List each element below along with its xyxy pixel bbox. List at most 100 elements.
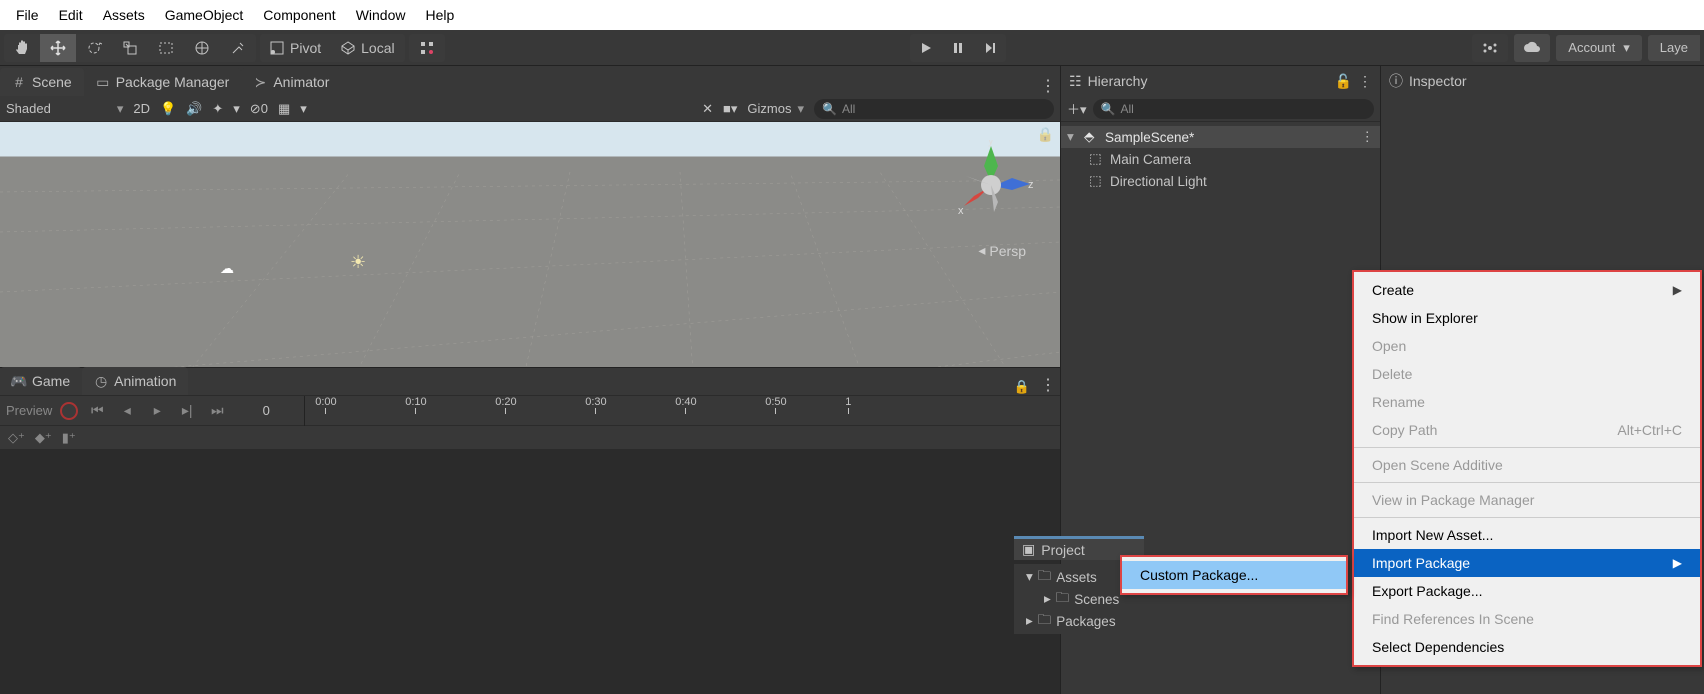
chevron-down-icon[interactable]: ▾	[233, 101, 240, 117]
first-frame-button[interactable]: ⏮	[86, 402, 108, 419]
menu-bar[interactable]: File Edit Assets GameObject Component Wi…	[0, 0, 1704, 30]
account-dropdown[interactable]: Account ▾	[1556, 35, 1642, 61]
projection-label[interactable]: ◂ Persp	[978, 242, 1026, 259]
play-anim-button[interactable]: ▸	[146, 402, 168, 419]
tab-animator[interactable]: ≻ Animator	[241, 68, 341, 96]
add-dropdown[interactable]: ＋▾	[1067, 99, 1087, 118]
record-button[interactable]	[60, 402, 78, 420]
camera-icon[interactable]: ■▾	[723, 101, 737, 117]
menu-item-show-explorer[interactable]: Show in Explorer	[1354, 304, 1700, 332]
scene-toolbar: Shaded ▾ 2D 💡 🔊 ✦ ▾ ⊘0 ▦ ▾ ✕ ■▾ Gizmos ▾…	[0, 96, 1060, 122]
tab-menu-icon[interactable]: ⋮	[1036, 375, 1060, 395]
tab-scene[interactable]: # Scene	[0, 68, 84, 96]
timeline-tick: 0:20	[495, 396, 516, 408]
fx-icon[interactable]: ✦	[212, 101, 223, 117]
next-key-button[interactable]: ▸|	[176, 402, 198, 419]
menu-item-custom-package[interactable]: Custom Package...	[1122, 561, 1346, 589]
menu-component[interactable]: Component	[253, 3, 345, 27]
separator	[1354, 517, 1700, 518]
tab-package-manager[interactable]: ▭ Package Manager	[84, 68, 242, 96]
play-button[interactable]	[910, 34, 942, 62]
menu-item-import-package[interactable]: Import Package▶	[1354, 549, 1700, 577]
last-frame-button[interactable]: ⏭	[206, 402, 228, 419]
info-icon: ⓘ	[1389, 71, 1403, 91]
folder-icon: 🗀	[1038, 610, 1052, 633]
tab-menu-icon[interactable]: ⋮	[1036, 76, 1060, 96]
lock-icon[interactable]: 🔒	[1008, 379, 1036, 395]
hidden-objects[interactable]: ⊘0	[250, 101, 268, 117]
pivot-group: Pivot Local	[260, 34, 405, 62]
menu-window[interactable]: Window	[346, 3, 416, 27]
transform-tools	[4, 34, 256, 62]
scene-tabs: # Scene ▭ Package Manager ≻ Animator ⋮	[0, 66, 1060, 96]
layers-dropdown[interactable]: Laye	[1648, 35, 1700, 61]
menu-assets[interactable]: Assets	[93, 3, 155, 27]
prev-key-button[interactable]: ◂	[116, 402, 138, 419]
move-tool[interactable]	[40, 34, 76, 62]
scale-tool[interactable]	[112, 34, 148, 62]
pause-button[interactable]	[942, 34, 974, 62]
audio-icon[interactable]: 🔊	[186, 101, 202, 117]
hierarchy-item[interactable]: ⬚ Main Camera	[1061, 148, 1380, 170]
scene-search[interactable]: 🔍 All	[814, 99, 1054, 119]
hierarchy-search[interactable]: 🔍 All	[1093, 99, 1374, 119]
transform-multi-tool[interactable]	[184, 34, 220, 62]
pivot-toggle[interactable]: Pivot	[260, 34, 331, 62]
shading-dropdown[interactable]: Shaded ▾	[6, 101, 123, 117]
project-row-packages[interactable]: ▸ 🗀 Packages	[1014, 610, 1304, 632]
snap-toggle[interactable]	[409, 34, 445, 62]
menu-item-open-scene-additive: Open Scene Additive	[1354, 451, 1700, 479]
menu-edit[interactable]: Edit	[49, 3, 93, 27]
shortcut-label: Alt+Ctrl+C	[1617, 422, 1682, 438]
grid-icon[interactable]: ▦	[278, 101, 290, 117]
menu-gameobject[interactable]: GameObject	[155, 3, 254, 27]
menu-item-export-package[interactable]: Export Package...	[1354, 577, 1700, 605]
menu-item-create[interactable]: Create▶	[1354, 276, 1700, 304]
hand-tool[interactable]	[4, 34, 40, 62]
timeline-tick: 0:00	[315, 396, 336, 408]
rotate-tool[interactable]	[76, 34, 112, 62]
triangle-right-icon[interactable]: ▸	[1044, 591, 1051, 607]
gizmos-dropdown[interactable]: Gizmos ▾	[747, 101, 804, 117]
hierarchy-item-label: Directional Light	[1110, 174, 1207, 189]
scene-row[interactable]: ▾ ⬘ SampleScene* ⋮	[1061, 126, 1380, 148]
orientation-gizmo[interactable]: x z y	[946, 140, 1036, 230]
menu-item-import-new-asset[interactable]: Import New Asset...	[1354, 521, 1700, 549]
filter-icon[interactable]: ▮⁺	[62, 430, 76, 446]
hierarchy-tree: ▾ ⬘ SampleScene* ⋮ ⬚ Main Camera ⬚ Direc…	[1061, 122, 1380, 196]
menu-item-select-deps[interactable]: Select Dependencies	[1354, 633, 1700, 661]
scene-view[interactable]: ☀ ☁ 🔒 x z y ◂ Persp	[0, 122, 1060, 367]
tools-icon[interactable]: ✕	[702, 101, 713, 117]
2d-toggle[interactable]: 2D	[133, 101, 150, 116]
add-keyframe-icon[interactable]: ◇⁺	[8, 430, 25, 446]
tab-menu-icon[interactable]: ⋮	[1358, 73, 1372, 90]
add-event-icon[interactable]: ◆⁺	[35, 430, 52, 446]
menu-help[interactable]: Help	[415, 3, 464, 27]
chevron-down-icon[interactable]: ▾	[300, 101, 307, 117]
animation-curves-area[interactable]	[0, 449, 1060, 694]
frame-field[interactable]: 0	[236, 403, 296, 418]
main-toolbar: Pivot Local Account ▾ Laye	[0, 30, 1704, 66]
triangle-down-icon[interactable]: ▾	[1067, 129, 1079, 145]
scene-menu-icon[interactable]: ⋮	[1361, 129, 1375, 145]
lock-icon[interactable]: 🔓	[1335, 73, 1352, 90]
custom-tool[interactable]	[220, 34, 256, 62]
collab-icon[interactable]	[1472, 34, 1508, 62]
local-toggle[interactable]: Local	[331, 34, 404, 62]
tab-game[interactable]: 🎮 Game	[0, 367, 82, 395]
animation-timeline[interactable]: 0:00 0:10 0:20 0:30 0:40 0:50 1	[304, 396, 1054, 426]
triangle-down-icon[interactable]: ▾	[1026, 569, 1033, 585]
chevron-right-icon: ▶	[1673, 556, 1682, 570]
tab-animation-label: Animation	[114, 373, 176, 389]
menu-file[interactable]: File	[6, 3, 49, 27]
tab-animation[interactable]: ◷ Animation	[82, 367, 188, 395]
lighting-icon[interactable]: 💡	[160, 101, 176, 117]
lock-icon[interactable]: 🔒	[1037, 126, 1054, 143]
hierarchy-item[interactable]: ⬚ Directional Light	[1061, 170, 1380, 192]
cloud-icon[interactable]	[1514, 34, 1550, 62]
rect-tool[interactable]	[148, 34, 184, 62]
menu-item-copy-path: Copy PathAlt+Ctrl+C	[1354, 416, 1700, 444]
preview-label[interactable]: Preview	[6, 403, 52, 418]
triangle-right-icon[interactable]: ▸	[1026, 613, 1033, 629]
step-button[interactable]	[974, 34, 1006, 62]
